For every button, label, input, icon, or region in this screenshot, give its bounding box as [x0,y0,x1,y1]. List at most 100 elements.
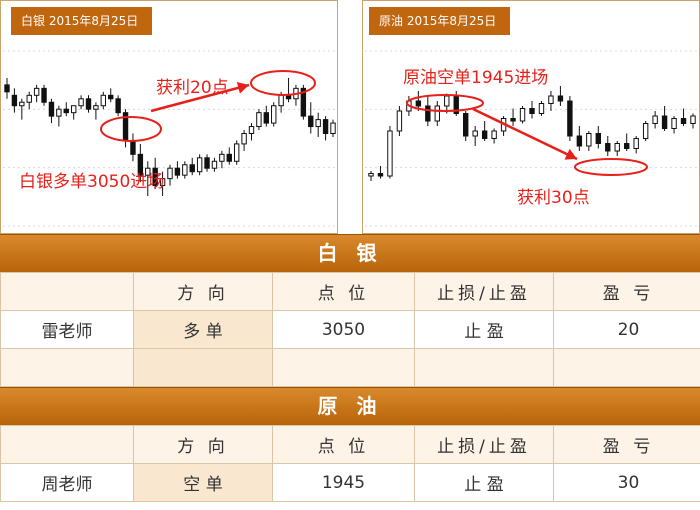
header-stop: 止损/止盈 [414,272,554,311]
direction-cell [133,348,273,387]
candle-body [387,130,393,177]
candle-body [196,157,203,173]
candle-body [233,143,240,162]
trade-tables: 白 银 方 向 点 位 止损/止盈 盈 亏 雷老师 多 单 3050 止 盈 2… [0,234,700,502]
candle-body [78,98,84,107]
pl-cell: 30 [553,463,700,502]
candle-body [204,157,210,169]
candle-body [368,173,374,177]
candle-body [586,133,592,147]
candle-body [219,153,225,162]
header-direction: 方 向 [133,425,273,464]
candle-body [510,118,516,122]
direction-cell: 多 单 [133,310,273,349]
candle-body [595,133,601,144]
candle-body [263,112,270,124]
silver-chart-tag: 白银 2015年8月25日 [11,7,153,35]
candle-body [557,95,564,102]
candle-body [519,108,526,122]
candle-body [182,164,188,176]
candle-body [548,95,554,104]
candle-body [614,143,620,152]
candle-body [93,105,99,110]
candle-body [130,139,136,155]
oil-table-header: 方 向 点 位 止损/止盈 盈 亏 [0,425,700,464]
header-cell-blank [0,272,134,311]
candle-body [167,167,173,180]
candle-body [33,87,40,96]
candle-body [444,95,450,107]
candle-body [425,105,431,122]
oil-section-title: 原 油 [0,387,700,425]
candle-body [271,105,277,124]
candle-body [11,94,18,107]
header-cell-blank [0,425,134,464]
candle-body [241,133,247,145]
candle-body [481,130,488,139]
table-row: 雷老师 多 单 3050 止 盈 20 [0,310,700,349]
candle-body [26,94,32,103]
candle-body [174,167,181,176]
candle-body [63,108,69,114]
candle-body [434,105,440,122]
candle-body [661,115,668,129]
candle-body [211,160,218,169]
candle-body [226,153,232,162]
header-price: 点 位 [272,272,415,311]
stop-cell: 止 盈 [414,463,554,502]
candle-body [19,101,25,107]
candle-body [41,87,47,103]
entry-circle [100,116,162,142]
candle-body [538,103,545,114]
profit-label: 获利30点 [517,188,590,208]
oil-chart-tag: 原油 2015年8月25日 [369,7,511,35]
candle-body [624,143,630,149]
profit-arrow-head [236,82,249,94]
profit-circle [250,70,316,96]
candle-body [415,100,422,107]
candle-body [108,94,114,100]
candle-body [605,143,611,152]
candle-body [115,98,121,114]
candle-body [308,115,314,128]
silver-section-title: 白 银 [0,234,700,272]
price-cell: 1945 [272,463,415,502]
candle-body [330,122,336,135]
candle-body [491,130,497,139]
candle-body [680,118,687,124]
charts-area: 获利20点 白银多单3050进场 白银 2015年8月25日 原油空单1945进场… [0,0,700,234]
header-pl: 盈 亏 [553,272,700,311]
table-row: 周老师 空 单 1945 止 盈 30 [0,463,700,502]
candle-body [377,173,384,177]
stop-cell: 止 盈 [414,310,554,349]
candle-body [70,105,77,114]
candle-body [671,118,677,129]
candle-body [463,113,469,137]
oil-candlestick-chart: 原油空单1945进场获利30点 [365,50,699,227]
teacher-name [0,348,134,387]
candle-body [529,108,535,114]
pl-cell [553,348,700,387]
pl-cell: 20 [553,310,700,349]
candle-body [4,84,10,93]
silver-candlestick-chart: 获利20点白银多单3050进场 [3,50,337,227]
candle-body [652,115,658,124]
header-stop: 止损/止盈 [414,425,554,464]
profit-circle [574,158,648,176]
header-price: 点 位 [272,425,415,464]
entry-label: 白银多单3050进场 [19,172,164,192]
candle-body [85,98,92,110]
candle-body [472,130,478,137]
teacher-name: 周老师 [0,463,134,502]
candle-body [690,115,696,124]
candle-body [576,135,583,147]
price-cell: 3050 [272,310,415,349]
price-cell [272,348,415,387]
header-pl: 盈 亏 [553,425,700,464]
header-direction: 方 向 [133,272,273,311]
entry-label: 原油空单1945进场 [403,68,548,88]
oil-table: 方 向 点 位 止损/止盈 盈 亏 周老师 空 单 1945 止 盈 30 [0,425,700,502]
silver-table: 方 向 点 位 止损/止盈 盈 亏 雷老师 多 单 3050 止 盈 20 [0,272,700,387]
oil-chart-panel: 原油空单1945进场获利30点 原油 2015年8月25日 [362,0,700,234]
candle-body [278,94,284,107]
